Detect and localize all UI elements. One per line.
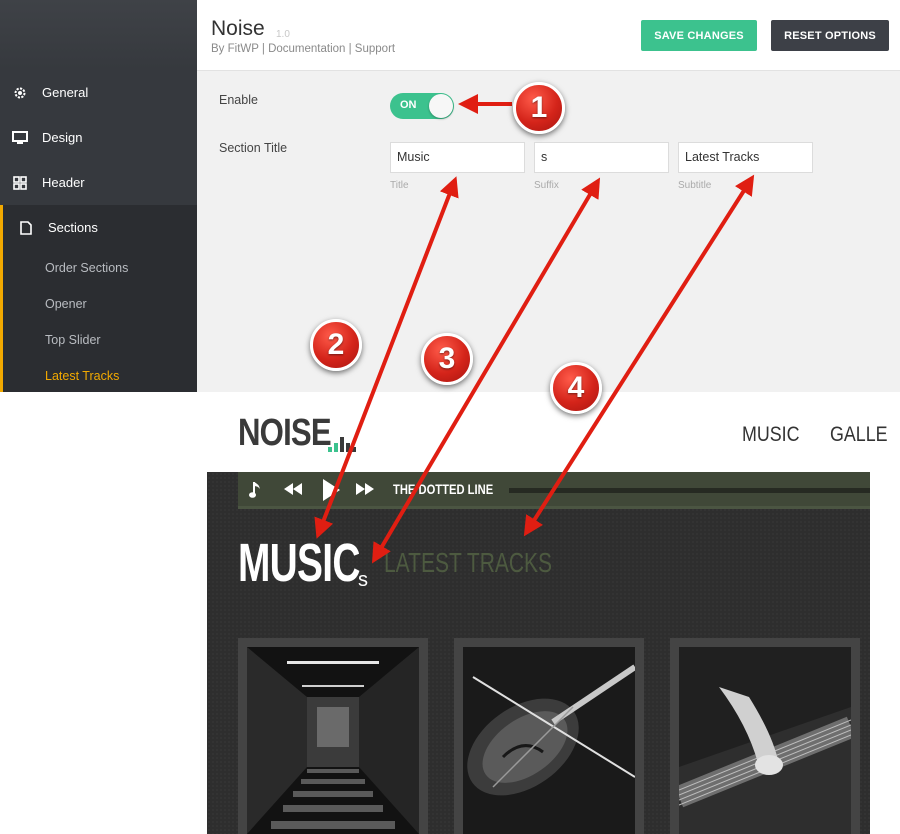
site-logo[interactable]: NOISE <box>238 412 332 455</box>
grid-icon <box>12 175 28 191</box>
gear-icon <box>12 85 28 101</box>
sidebar-item-label: Design <box>42 130 83 145</box>
progress-bar[interactable] <box>509 488 870 493</box>
annotation-badge-1: 1 <box>513 82 565 134</box>
subtitle-caption: Subtitle <box>678 180 712 191</box>
suffix-caption: Suffix <box>534 180 559 191</box>
monitor-icon <box>12 130 28 146</box>
submenu-item-opener[interactable]: Opener <box>45 297 87 311</box>
subtitle-input[interactable]: Latest Tracks <box>678 142 813 173</box>
track-thumbnail[interactable] <box>454 638 644 834</box>
sidebar-item-sections[interactable]: Sections <box>0 205 197 250</box>
track-thumbnail[interactable] <box>670 638 860 834</box>
rewind-icon[interactable] <box>284 483 302 495</box>
sidebar-item-label: Header <box>42 175 85 190</box>
annotation-badge-2: 2 <box>310 319 362 371</box>
title-caption: Title <box>390 180 409 191</box>
header-links[interactable]: By FitWP | Documentation | Support <box>211 43 395 55</box>
toggle-knob <box>429 94 453 118</box>
fast-forward-icon[interactable] <box>356 483 374 495</box>
sections-submenu: Order Sections Opener Top Slider Latest … <box>0 250 197 392</box>
enable-toggle[interactable]: ON <box>390 93 454 119</box>
music-note-icon <box>249 482 260 498</box>
document-icon <box>18 220 34 236</box>
submenu-item-latest-tracks[interactable]: Latest Tracks <box>45 369 119 383</box>
sidebar-item-general[interactable]: General <box>0 70 197 115</box>
title-input[interactable]: Music <box>390 142 525 173</box>
admin-sidebar: General Design Header Sections Order Sec… <box>0 0 197 392</box>
sidebar-item-label: General <box>42 85 89 100</box>
save-changes-button[interactable]: SAVE CHANGES <box>641 20 757 51</box>
section-title: MUSIC <box>238 533 360 593</box>
reset-options-button[interactable]: RESET OPTIONS <box>771 20 889 51</box>
track-thumbnail[interactable] <box>238 638 428 834</box>
player-controls: THE DOTTED LINE <box>238 472 870 506</box>
latest-tracks-section: THE DOTTED LINE MUSIC s LATEST TRACKS <box>207 472 870 834</box>
toggle-state-label: ON <box>400 99 417 111</box>
screenshot-root: General Design Header Sections Order Sec… <box>0 0 900 834</box>
site-preview: NOISE MUSIC GALLE THE DOTTED LINE MUSIC … <box>207 392 888 834</box>
site-header: NOISE MUSIC GALLE <box>207 392 888 472</box>
audio-player: THE DOTTED LINE <box>238 472 870 509</box>
annotation-badge-4: 4 <box>550 362 602 414</box>
section-subtitle: LATEST TRACKS <box>384 547 553 578</box>
section-suffix: s <box>358 569 368 591</box>
submenu-item-order-sections[interactable]: Order Sections <box>45 261 128 275</box>
sidebar-item-header[interactable]: Header <box>0 160 197 205</box>
play-icon[interactable] <box>322 479 340 501</box>
sidebar-item-label: Sections <box>48 220 98 235</box>
equalizer-icon <box>328 437 356 452</box>
violin-photo <box>463 647 635 834</box>
admin-header: Noise 1.0 By FitWP | Documentation | Sup… <box>197 0 900 71</box>
annotation-badge-3: 3 <box>421 333 473 385</box>
stairway-photo <box>247 647 419 834</box>
enable-label: Enable <box>219 93 258 107</box>
sidebar-item-design[interactable]: Design <box>0 115 197 160</box>
guitar-photo <box>679 647 851 834</box>
page-title: Noise <box>211 17 265 40</box>
sidebar-header <box>0 0 197 70</box>
nav-item-gallery[interactable]: GALLE <box>830 423 888 447</box>
track-name: THE DOTTED LINE <box>393 481 494 497</box>
submenu-item-top-slider[interactable]: Top Slider <box>45 333 101 347</box>
section-title-label: Section Title <box>219 141 288 155</box>
version-label: 1.0 <box>276 29 290 40</box>
nav-item-music[interactable]: MUSIC <box>742 423 800 447</box>
suffix-input[interactable]: s <box>534 142 669 173</box>
